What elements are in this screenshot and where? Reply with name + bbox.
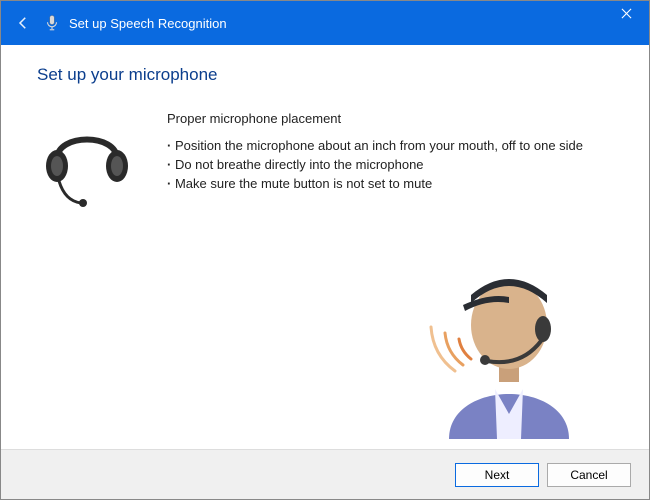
next-button[interactable]: Next — [455, 463, 539, 487]
titlebar: Set up Speech Recognition — [1, 1, 649, 45]
cancel-button[interactable]: Cancel — [547, 463, 631, 487]
bullet-item: Make sure the mute button is not set to … — [167, 174, 583, 193]
person-headset-image — [409, 239, 609, 439]
window-title: Set up Speech Recognition — [69, 16, 227, 31]
instruction-subtitle: Proper microphone placement — [167, 111, 583, 126]
page-heading: Set up your microphone — [37, 65, 613, 85]
wizard-footer: Next Cancel — [1, 449, 649, 499]
instruction-row: Proper microphone placement Position the… — [37, 111, 613, 211]
back-button[interactable] — [9, 9, 37, 37]
close-button[interactable] — [603, 1, 649, 25]
microphone-icon — [43, 14, 61, 32]
bullet-item: Do not breathe directly into the microph… — [167, 155, 583, 174]
instruction-bullets: Position the microphone about an inch fr… — [167, 136, 583, 193]
bullet-item: Position the microphone about an inch fr… — [167, 136, 583, 155]
headset-image — [37, 111, 137, 211]
instruction-text: Proper microphone placement Position the… — [167, 111, 583, 193]
wizard-content: Set up your microphone Proper microphone… — [1, 45, 649, 449]
